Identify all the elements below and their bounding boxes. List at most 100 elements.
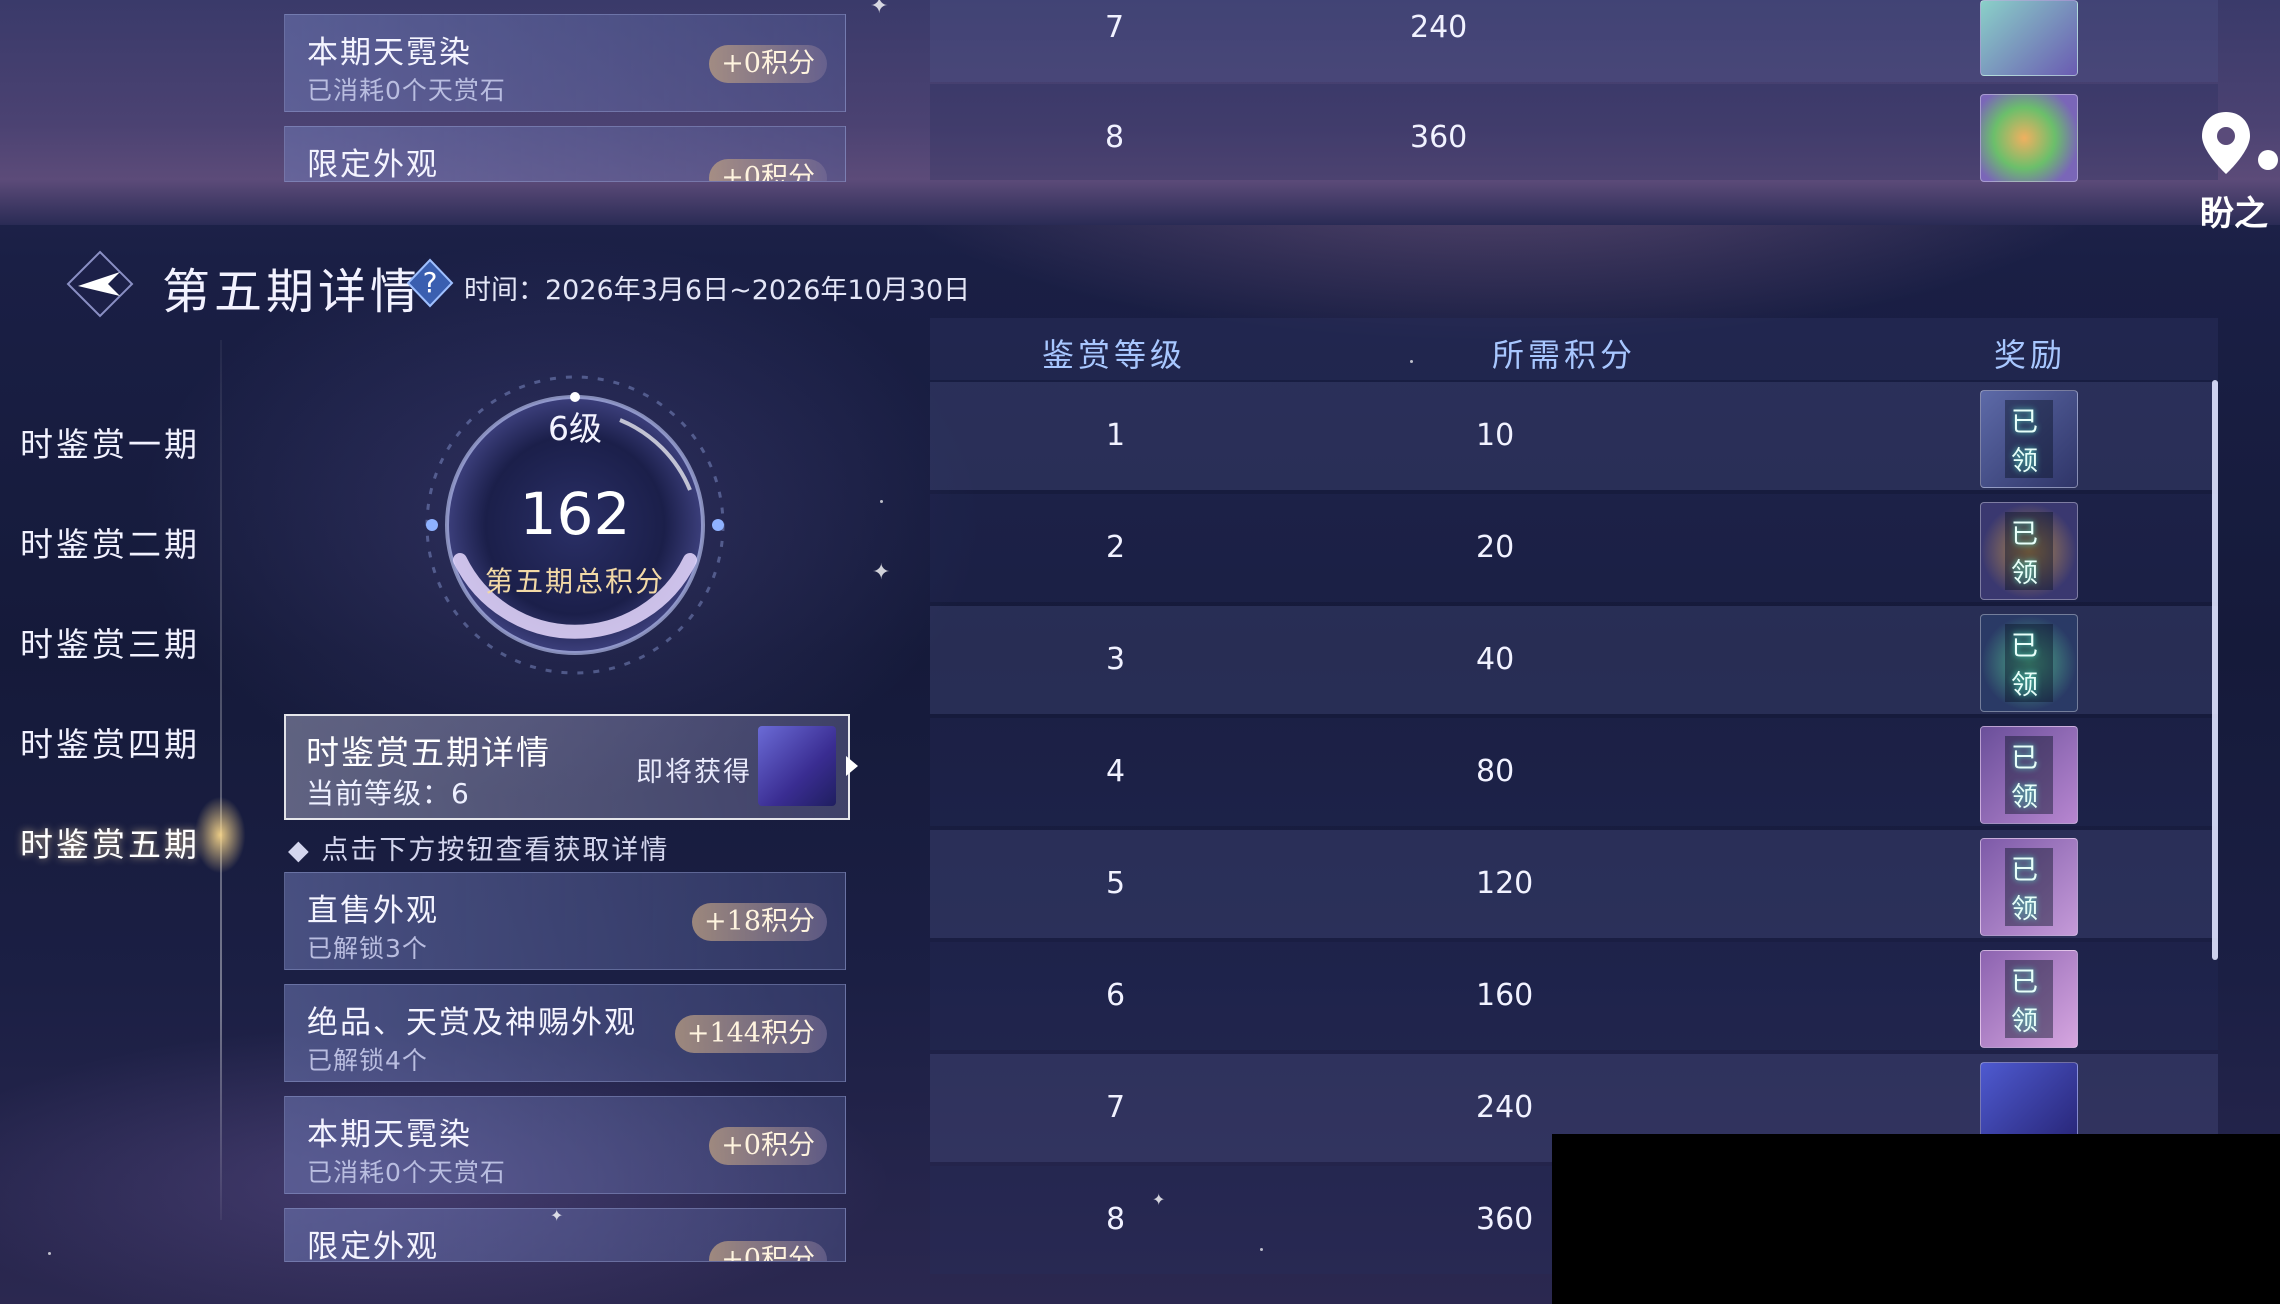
reward-icon[interactable]: 已领: [1980, 726, 2078, 824]
star-dot: [1260, 1248, 1263, 1251]
nav-item-period-2[interactable]: 时鉴赏二期: [20, 518, 200, 566]
score-ring: 6级 162 第五期总积分: [400, 360, 760, 690]
level-cell: 2: [1106, 530, 1126, 565]
points-cell: 160: [1476, 978, 1534, 1013]
top-fragment: 本期天霓染 已消耗0个天赏石 +0积分 限定外观 +0积分 7 240 8 36…: [0, 0, 2280, 225]
table-row: 7 240: [930, 0, 2218, 82]
star-dot: [1410, 360, 1413, 363]
source-card-direct[interactable]: 直售外观 已解锁3个 +18积分: [284, 872, 846, 970]
points-badge: +0积分: [709, 1127, 827, 1165]
sparkle-icon: ✦: [870, 0, 889, 19]
card-title: 限定外观: [307, 147, 439, 182]
table-row: 1 10 已领: [930, 382, 2218, 490]
claimed-label: 已领: [2005, 624, 2053, 702]
level-cell: 4: [1106, 754, 1126, 789]
points-cell: 80: [1476, 754, 1515, 789]
nav-item-period-3[interactable]: 时鉴赏三期: [20, 618, 200, 666]
claimed-label: 已领: [2005, 400, 2053, 478]
table-row: 8 360: [930, 84, 2218, 182]
reward-icon[interactable]: 已领: [1980, 390, 2078, 488]
level-cell: 8: [1105, 120, 1125, 155]
nav-divider: [220, 340, 222, 1220]
source-card-premium[interactable]: 绝品、天赏及神赐外观 已解锁4个 +144积分: [284, 984, 846, 1082]
reward-icon[interactable]: [1980, 94, 2078, 182]
card-sub: 已解锁3个: [307, 934, 428, 963]
table-row: 3 40 已领: [930, 606, 2218, 714]
reward-icon[interactable]: 已领: [1980, 950, 2078, 1048]
nav-item-period-1[interactable]: 时鉴赏一期: [20, 418, 200, 466]
points-cell: 120: [1476, 866, 1534, 901]
reward-icon[interactable]: 已领: [1980, 838, 2078, 936]
level-cell: 1: [1106, 418, 1126, 453]
reward-icon[interactable]: 已领: [1980, 502, 2078, 600]
watermark-text: 盼之: [2200, 194, 2268, 234]
level-cell: 3: [1106, 642, 1126, 677]
event-time: 时间：2026年3月6日~2026年10月30日: [464, 275, 971, 306]
sparkle-icon: ✦: [550, 1206, 564, 1225]
level-cell: 7: [1105, 10, 1125, 45]
points-cell: 360: [1476, 1202, 1534, 1237]
level-cell: 8: [1106, 1202, 1126, 1237]
arrow-right-icon: [846, 756, 858, 776]
header-reward: 奖励: [1994, 336, 2067, 374]
points-badge: +0积分: [709, 45, 827, 83]
card-title: 直售外观: [307, 893, 439, 929]
claimed-label: 已领: [2005, 736, 2053, 814]
card-sub: 已消耗0个天赏石: [307, 1158, 506, 1187]
total-points: 162: [519, 480, 631, 548]
source-card-dye[interactable]: 本期天霓染 已消耗0个天赏石 +0积分: [284, 1096, 846, 1194]
card-sub: 已消耗0个天赏石: [307, 76, 506, 105]
reward-icon[interactable]: [1980, 0, 2078, 76]
current-level: 当前等级：6: [306, 777, 470, 810]
table-scrollbar[interactable]: [2212, 380, 2218, 960]
table-row: 5 120 已领: [930, 830, 2218, 938]
claimed-label: 已领: [2005, 512, 2053, 590]
source-card-limited-top[interactable]: 限定外观 +0积分: [284, 126, 846, 182]
help-icon[interactable]: ?: [406, 258, 454, 308]
sparkle-icon: ✦: [872, 560, 891, 585]
hint-text: ◆ 点击下方按钮查看获取详情: [288, 835, 670, 866]
points-badge: +18积分: [692, 903, 827, 941]
reward-icon[interactable]: 已领: [1980, 614, 2078, 712]
upcoming-label: 即将获得: [636, 757, 752, 788]
points-cell: 40: [1476, 642, 1515, 677]
nav-item-period-5[interactable]: 时鉴赏五期: [20, 818, 200, 866]
back-button[interactable]: [64, 248, 136, 320]
points-cell: 20: [1476, 530, 1515, 565]
period-detail-card[interactable]: 时鉴赏五期详情 当前等级：6 即将获得: [284, 714, 850, 820]
level-cell: 7: [1106, 1090, 1126, 1125]
header-points: 所需积分: [1492, 336, 1637, 374]
points-cell: 240: [1476, 1090, 1534, 1125]
table-header: 鉴赏等级 所需积分 奖励: [930, 318, 2218, 380]
page-title: 第五期详情: [162, 264, 423, 320]
source-card-limited[interactable]: 限定外观 +0积分: [284, 1208, 846, 1262]
star-dot: [880, 500, 883, 503]
card-title: 本期天霓染: [307, 1117, 472, 1153]
card-title: 本期天霓染: [307, 35, 472, 71]
card-title: 绝品、天赏及神赐外观: [307, 1005, 637, 1041]
level-text: 6级: [548, 409, 602, 448]
points-cell: 10: [1476, 418, 1515, 453]
location-pin-icon: [2202, 112, 2278, 174]
claimed-label: 已领: [2005, 960, 2053, 1038]
card-title: 限定外观: [307, 1229, 439, 1262]
source-card-dye-top[interactable]: 本期天霓染 已消耗0个天赏石 +0积分: [284, 14, 846, 112]
nav-item-period-4[interactable]: 时鉴赏四期: [20, 718, 200, 766]
table-row: 4 80 已领: [930, 718, 2218, 826]
table-row: 2 20 已领: [930, 494, 2218, 602]
card-title: 时鉴赏五期详情: [306, 733, 551, 772]
svg-text:?: ?: [423, 266, 438, 299]
points-badge: +144积分: [674, 1015, 827, 1053]
table-row: 6 160 已领: [930, 942, 2218, 1050]
claimed-label: 已领: [2005, 848, 2053, 926]
total-points-label: 第五期总积分: [484, 565, 665, 598]
header-level: 鉴赏等级: [1042, 336, 1187, 374]
points-cell: 240: [1410, 10, 1468, 45]
points-cell: 360: [1410, 120, 1468, 155]
sparkle-icon: ✦: [1152, 1190, 1166, 1209]
level-cell: 5: [1106, 866, 1126, 901]
card-sub: 已解锁4个: [307, 1046, 428, 1075]
star-dot: [48, 1252, 51, 1255]
upcoming-reward-icon[interactable]: [758, 726, 836, 806]
points-badge: +0积分: [709, 159, 827, 181]
